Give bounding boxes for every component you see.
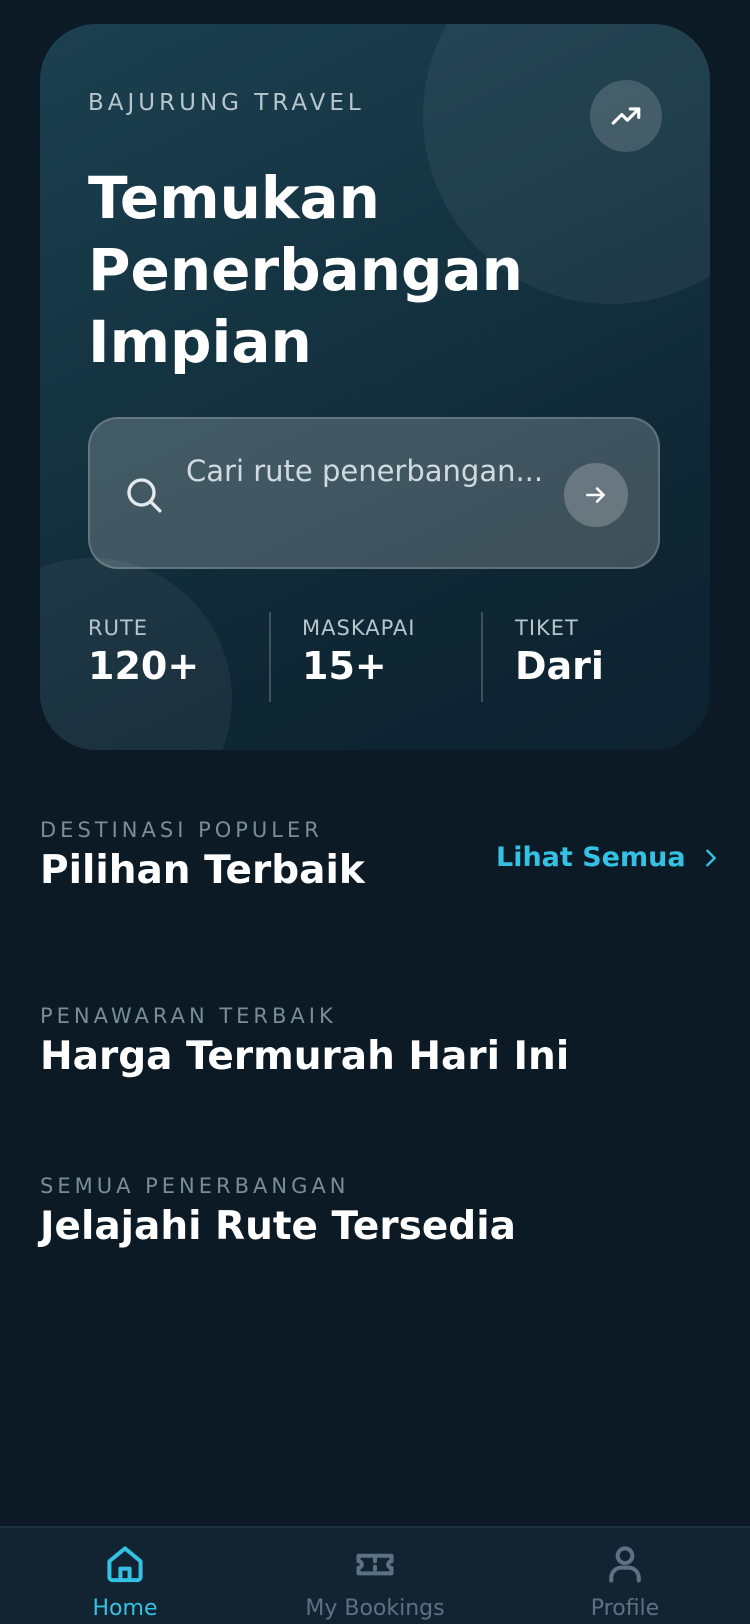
stat-value: 120+: [88, 644, 200, 688]
hero-title-line: Temukan: [88, 164, 380, 232]
trending-button[interactable]: [590, 80, 662, 152]
stat-value: Dari: [515, 644, 604, 688]
section-title: Pilihan Terbaik: [40, 848, 365, 893]
section-deals: PENAWARAN TERBAIK Harga Termurah Hari In…: [40, 1004, 569, 1079]
section-kicker: PENAWARAN TERBAIK: [40, 1004, 337, 1028]
nav-label: My Bookings: [305, 1596, 445, 1621]
see-all-link[interactable]: Lihat Semua: [496, 842, 722, 873]
stat-value: 15+: [302, 644, 387, 688]
section-title: Harga Termurah Hari Ini: [40, 1034, 570, 1079]
hero-card: BAJURUNG TRAVEL Temukan Penerbangan Impi…: [40, 24, 710, 750]
search-input[interactable]: Cari rute penerbangan...: [186, 447, 546, 495]
nav-item-my-bookings[interactable]: My Bookings: [250, 1528, 500, 1624]
arrow-right-icon: [586, 487, 605, 503]
hero-title-line: Penerbangan: [88, 236, 523, 304]
hero-title: Temukan Penerbangan Impian: [88, 162, 588, 378]
see-all-label: Lihat Semua: [496, 842, 686, 873]
stat-divider: [269, 612, 271, 702]
ticket-icon: [356, 1553, 394, 1576]
stat-label: MASKAPAI: [302, 616, 416, 640]
home-icon: [107, 1546, 143, 1583]
stat-divider: [481, 612, 483, 702]
search-submit-button[interactable]: [564, 463, 628, 527]
search-bar[interactable]: Cari rute penerbangan...: [88, 417, 660, 569]
nav-item-home[interactable]: Home: [0, 1528, 250, 1624]
hero-title-line: Impian: [88, 308, 312, 376]
bottom-nav: Home My Bookings Profile: [0, 1526, 750, 1624]
nav-item-profile[interactable]: Profile: [500, 1528, 750, 1624]
stat-label: RUTE: [88, 616, 149, 640]
nav-label: Profile: [590, 1596, 660, 1621]
stat-label: TIKET: [515, 616, 579, 640]
chevron-right-icon: [705, 848, 716, 867]
brand-name: BAJURUNG TRAVEL: [88, 90, 365, 116]
section-kicker: SEMUA PENERBANGAN: [40, 1174, 350, 1198]
section-kicker: DESTINASI POPULER: [40, 818, 323, 842]
trending-up-icon: [611, 107, 641, 125]
section-popular: DESTINASI POPULER Pilihan Terbaik: [40, 818, 365, 893]
section-title: Jelajahi Rute Tersedia: [40, 1204, 516, 1249]
nav-label: Home: [92, 1596, 158, 1621]
search-icon: [127, 478, 162, 513]
section-all-flights: SEMUA PENERBANGAN Jelajahi Rute Tersedia: [40, 1174, 516, 1249]
user-icon: [609, 1546, 641, 1583]
